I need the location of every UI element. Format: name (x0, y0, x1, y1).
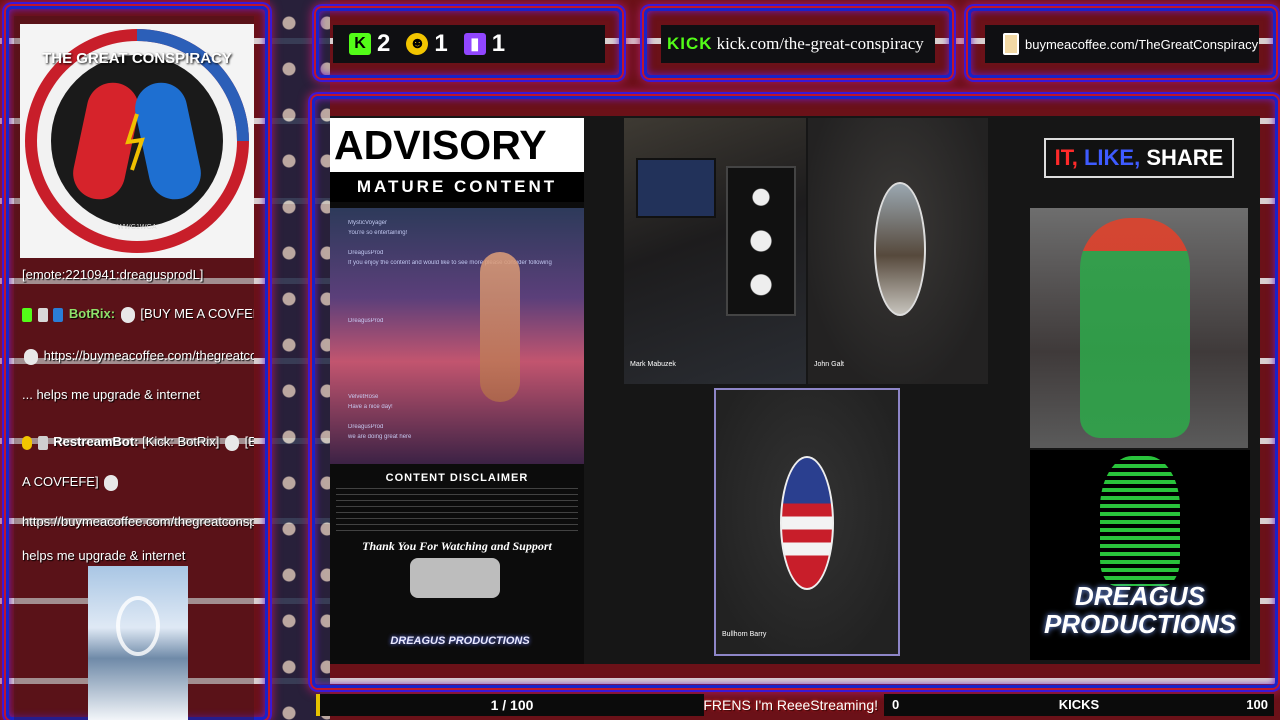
logo-subtitle: WWG1WGA (117, 224, 157, 231)
dreagus-productions-logo: DREAGUS PRODUCTIONS (1030, 450, 1250, 660)
coffee-emote-icon (104, 474, 119, 491)
goal-text: 1 / 100 (490, 697, 534, 713)
chat-message: [emote:2210941:dreagusprodL] (22, 267, 254, 283)
mini-chat-line: DreagusProd (348, 424, 384, 430)
ticker-text: W the FRENS I'm ReeeStreaming! (704, 697, 878, 713)
twitch-icon: ▮ (463, 33, 486, 55)
participant-name: John Galt (814, 361, 844, 368)
participant-name: Bullhorn Barry (722, 631, 767, 638)
dreagus-logo-text: DREAGUS PRODUCTIONS (1043, 581, 1237, 639)
coffee-url-bar: buymeacoffee.com/TheGreatConspiracy (985, 25, 1259, 63)
chat-username[interactable]: BotRix: (69, 306, 115, 321)
coffee-emote-icon (120, 306, 135, 323)
kick-url-bar: KICK kick.com/the-great-conspiracy (661, 25, 935, 63)
chat-message: https://buymeacoffee.com/thegreatconspi.… (22, 514, 254, 530)
stream-overlay: THE GREAT CONSPIRACY WWG1WGA [emote:2210… (0, 0, 1280, 720)
q-symbol-icon (116, 596, 160, 656)
dreagus-mark-icon (1100, 456, 1180, 586)
chat-message: ... helps me upgrade & internet (22, 387, 254, 403)
banner-word: LIKE, (1083, 145, 1147, 170)
viewer-counts-widget: K 2 ☻ 1 ▮ 1 (316, 8, 622, 78)
advisory-subtitle: MATURE CONTENT (330, 172, 584, 202)
chat-link[interactable]: https://buymeacoffee.com/thegreatconspi.… (22, 514, 254, 529)
snow-mountain-image (88, 566, 188, 720)
kick-count-value: 2 (377, 30, 391, 57)
chat-text: helps me upgrade & internet (22, 548, 186, 563)
like-share-text: IT, LIKE, SHARE (1055, 145, 1224, 171)
kick-icon: K (349, 33, 371, 55)
coffee-emote-icon (24, 348, 38, 365)
emblem-graphic (410, 558, 500, 598)
disclaimer-title: CONTENT DISCLAIMER (385, 472, 529, 484)
chat-message: A COVFEFE] (22, 474, 254, 491)
goal-bar: 1 / 100 (316, 694, 704, 716)
chat-text: [BUY ME (244, 434, 254, 449)
mini-chat-line: we are doing great here (348, 434, 412, 440)
chat-text: ... helps me upgrade & internet (22, 387, 200, 402)
mini-chat-line: MysticVoyager (348, 220, 388, 226)
kick-logo: KICK (667, 34, 713, 53)
monitor-graphic (636, 158, 716, 218)
smiley-icon: ☻ (406, 33, 429, 55)
viewer-counts-bar: K 2 ☻ 1 ▮ 1 (333, 25, 605, 63)
camera-tile-john[interactable]: John Galt (808, 118, 988, 384)
mini-chat-line: VelvetRose (348, 394, 379, 400)
chat-message: helps me upgrade & internet (22, 548, 254, 564)
chat-text: [Kick: BotRix] (142, 434, 220, 449)
kicks-max: 100 (1246, 697, 1268, 712)
r-badge-icon (37, 435, 48, 450)
superhero-figure (1080, 218, 1190, 438)
mini-chat-line: Have a nice day! (348, 404, 393, 410)
participant-avatar (780, 456, 834, 590)
figure-illustration (480, 252, 520, 402)
superhero-image (1030, 208, 1248, 448)
channel-logo: THE GREAT CONSPIRACY WWG1WGA (20, 24, 254, 258)
participant-avatar (874, 182, 926, 316)
kick-url-widget: KICK kick.com/the-great-conspiracy (644, 8, 952, 78)
chat-text: [BUY ME A COVFEFE] (140, 306, 254, 321)
banner-word: IT, (1054, 145, 1084, 170)
kick-count: K 2 (349, 30, 390, 58)
kicks-goal-bar: 0 KICKS 100 (884, 694, 1274, 716)
chat-message: https://buymeacoffee.com/thegreatconspi.… (22, 348, 254, 365)
chat-link[interactable]: https://buymeacoffee.com/thegreatconspi.… (44, 348, 254, 363)
bot-badge-icon (53, 307, 64, 322)
thanks-banner: Thank You For Watching and Support (362, 539, 552, 553)
dreagus-small-logo: DREAGUS PRODUCTIONS (390, 635, 530, 647)
mini-chat-line: You're so entertaining! (348, 230, 408, 236)
twitch-count-value: 1 (491, 30, 506, 57)
coffee-cup-icon (1003, 33, 1019, 55)
camera-tile-bullhorn[interactable]: Bullhorn Barry (714, 388, 900, 656)
coffee-url-widget: buymeacoffee.com/TheGreatConspiracy (968, 8, 1276, 78)
pc-tower-graphic (726, 166, 796, 316)
coffee-url-link[interactable]: buymeacoffee.com/TheGreatConspiracy (1025, 37, 1258, 52)
mini-chat-line: DreagusProd (348, 318, 384, 324)
participant-name: Mark Mabuzek (630, 361, 676, 368)
youtube-count-value: 1 (434, 30, 448, 57)
disclaimer-text (336, 488, 578, 534)
kick-url-link[interactable]: kick.com/the-great-conspiracy (717, 34, 924, 54)
banner-word: SHARE (1146, 145, 1224, 170)
kick-badge-icon (22, 307, 32, 322)
kicks-label: KICKS (1058, 697, 1100, 712)
coffee-emote-icon (225, 434, 240, 451)
chat-username[interactable]: RestreamBot: (53, 434, 138, 449)
mini-chat-line: DreagusProd (348, 250, 384, 256)
chat-text: [emote:2210941:dreagusprodL] (22, 267, 204, 282)
ticker: W the FRENS I'm ReeeStreaming! (704, 694, 882, 716)
youtube-count: ☻ 1 (406, 30, 448, 58)
like-share-banner: IT, LIKE, SHARE (1044, 138, 1234, 178)
shield-badge-icon (37, 307, 48, 322)
chat-message: BotRix: [BUY ME A COVFEFE] (22, 306, 254, 323)
chat-text: A COVFEFE] (22, 474, 99, 489)
logo-title: THE GREAT CONSPIRACY (42, 50, 232, 67)
twitch-count: ▮ 1 (463, 30, 506, 58)
chat-message: RestreamBot: [Kick: BotRix] [BUY ME (22, 434, 254, 451)
camera-tile-mark[interactable]: Mark Mabuzek (624, 118, 806, 384)
restream-badge-icon (22, 435, 32, 450)
mini-chat-line: If you enjoy the content and would like … (348, 260, 552, 266)
advisory-title: ADVISORY (330, 118, 584, 172)
advisory-panel: ADVISORY MATURE CONTENT MysticVoyager Yo… (330, 118, 584, 664)
mini-chat-preview: MysticVoyager You're so entertaining! Dr… (330, 208, 584, 464)
